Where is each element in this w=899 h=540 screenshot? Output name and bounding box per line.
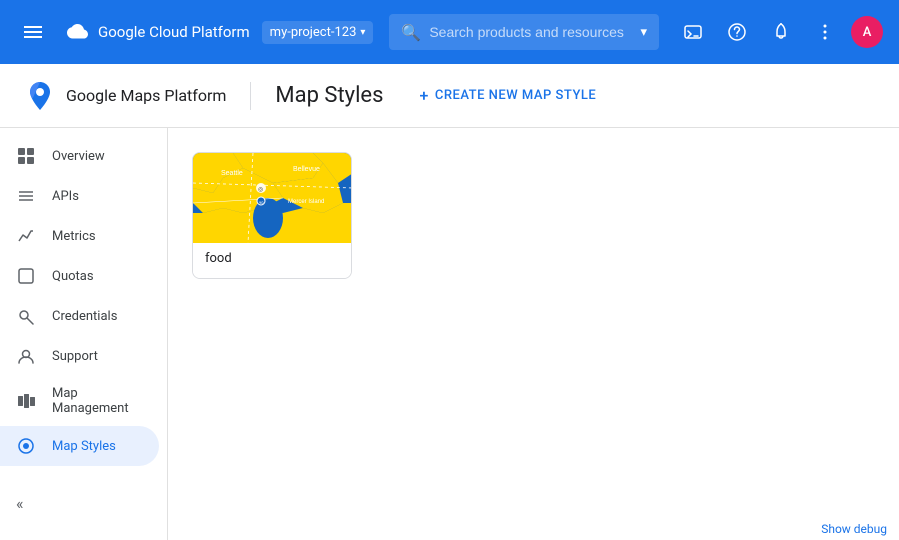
- sidebar: Overview APIs Metrics Quotas Credentials: [0, 128, 168, 540]
- sub-header: Google Maps Platform Map Styles + CREATE…: [0, 64, 899, 128]
- sidebar-item-map-management-label: Map Management: [52, 386, 143, 416]
- terminal-icon: [683, 22, 703, 42]
- support-icon: [16, 346, 36, 366]
- sidebar-item-overview-label: Overview: [52, 149, 105, 164]
- collapse-icon: «: [16, 494, 24, 513]
- menu-icon[interactable]: [16, 15, 50, 49]
- sidebar-item-credentials[interactable]: Credentials: [0, 296, 159, 336]
- svg-text:Bellevue: Bellevue: [293, 166, 320, 173]
- sidebar-item-map-management[interactable]: Map Management: [0, 376, 159, 426]
- svg-text:90: 90: [259, 200, 264, 205]
- map-thumbnail: Seattle Bellevue Mercer Island ◎ 90: [193, 153, 352, 243]
- sidebar-item-metrics-label: Metrics: [52, 229, 96, 244]
- create-btn-label: CREATE NEW MAP STYLE: [435, 88, 596, 103]
- sidebar-item-map-styles-label: Map Styles: [52, 439, 116, 454]
- add-icon: +: [419, 86, 428, 105]
- svg-text:◎: ◎: [258, 186, 263, 193]
- sidebar-item-support-label: Support: [52, 349, 98, 364]
- search-icon: 🔍: [401, 23, 421, 42]
- notifications-button[interactable]: [763, 14, 799, 50]
- apis-icon: [16, 186, 36, 206]
- map-thumbnail-svg: Seattle Bellevue Mercer Island ◎ 90: [193, 153, 352, 243]
- credentials-icon: [16, 306, 36, 326]
- map-style-card-food[interactable]: Seattle Bellevue Mercer Island ◎ 90 food: [192, 152, 352, 279]
- sidebar-item-apis[interactable]: APIs: [0, 176, 159, 216]
- sidebar-item-map-styles[interactable]: Map Styles: [0, 426, 159, 466]
- top-navigation-bar: Google Cloud Platform my-project-123 ▾ 🔍…: [0, 0, 899, 64]
- gcp-title: Google Cloud Platform: [98, 23, 250, 41]
- bell-icon: [771, 22, 791, 42]
- main-layout: Overview APIs Metrics Quotas Credentials: [0, 128, 899, 540]
- help-button[interactable]: [719, 14, 755, 50]
- svg-text:Seattle: Seattle: [221, 170, 243, 177]
- search-input[interactable]: [429, 24, 632, 40]
- help-icon: [727, 22, 747, 42]
- top-bar-left: Google Cloud Platform my-project-123 ▾: [16, 15, 373, 49]
- sidebar-collapse-button[interactable]: «: [0, 486, 167, 521]
- top-bar-right: A: [675, 14, 883, 50]
- cloud-shell-button[interactable]: [675, 14, 711, 50]
- show-debug-bar[interactable]: Show debug: [809, 518, 899, 540]
- search-bar[interactable]: 🔍 ▾: [389, 14, 659, 50]
- avatar[interactable]: A: [851, 16, 883, 48]
- maps-logo-icon: [24, 80, 56, 112]
- metrics-icon: [16, 226, 36, 246]
- sidebar-item-credentials-label: Credentials: [52, 309, 117, 324]
- debug-label: Show debug: [821, 522, 887, 536]
- divider: [250, 82, 251, 110]
- brand-logo: Google Maps Platform: [24, 80, 226, 112]
- quotas-icon: [16, 266, 36, 286]
- map-styles-icon: [16, 436, 36, 456]
- more-vert-icon: [815, 22, 835, 42]
- svg-text:Mercer Island: Mercer Island: [288, 199, 324, 205]
- gcp-logo: Google Cloud Platform: [62, 18, 250, 46]
- overview-icon: [16, 146, 36, 166]
- search-expand-icon: ▾: [640, 25, 647, 40]
- content-area: Seattle Bellevue Mercer Island ◎ 90 food: [168, 128, 899, 540]
- map-style-label: food: [193, 243, 351, 278]
- sidebar-item-support[interactable]: Support: [0, 336, 159, 376]
- chevron-down-icon: ▾: [360, 27, 365, 38]
- cloud-icon: [62, 18, 90, 46]
- project-selector[interactable]: my-project-123 ▾: [262, 21, 374, 44]
- sidebar-item-quotas[interactable]: Quotas: [0, 256, 159, 296]
- page-title: Map Styles: [275, 83, 383, 108]
- brand-title: Google Maps Platform: [66, 86, 226, 105]
- sidebar-item-apis-label: APIs: [52, 189, 79, 204]
- create-new-map-style-button[interactable]: + CREATE NEW MAP STYLE: [407, 80, 608, 111]
- sidebar-item-quotas-label: Quotas: [52, 269, 94, 284]
- more-options-button[interactable]: [807, 14, 843, 50]
- map-management-icon: [16, 391, 36, 411]
- sidebar-item-overview[interactable]: Overview: [0, 136, 159, 176]
- project-name: my-project-123: [270, 25, 357, 40]
- sidebar-item-metrics[interactable]: Metrics: [0, 216, 159, 256]
